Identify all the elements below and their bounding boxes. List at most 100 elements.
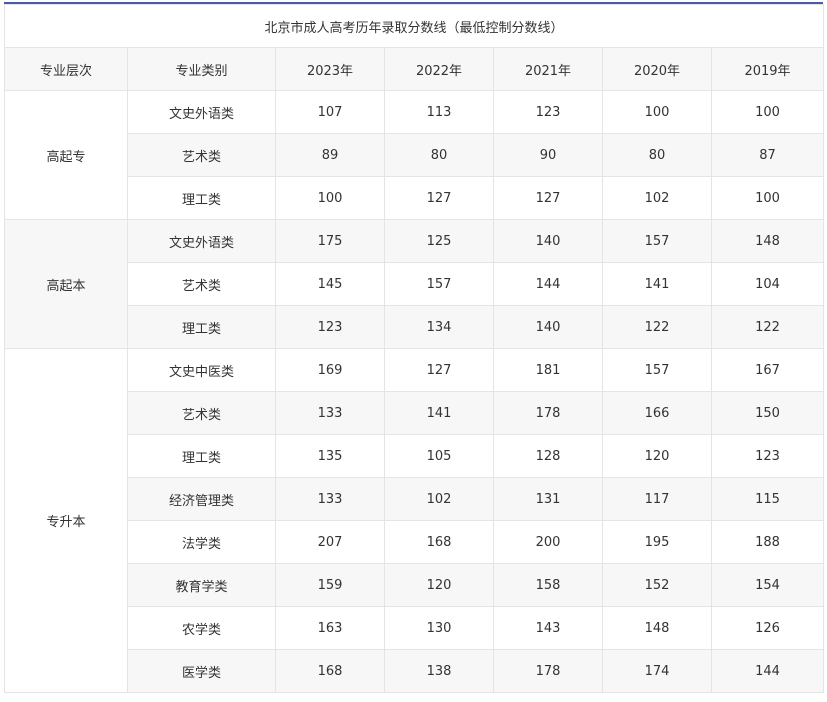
table-row: 理工类 100 127 127 102 100: [5, 176, 824, 220]
score-cell: 127: [493, 176, 603, 220]
score-cell: 90: [493, 133, 603, 177]
score-cell: 143: [493, 606, 603, 650]
score-cell: 120: [602, 434, 712, 478]
category-cell: 文史中医类: [127, 348, 276, 392]
header-year-2019: 2019年: [711, 47, 824, 91]
score-cell: 127: [384, 176, 494, 220]
score-cell: 141: [384, 391, 494, 435]
score-cell: 145: [275, 262, 385, 306]
score-cell: 175: [275, 219, 385, 263]
score-cell: 122: [711, 305, 824, 349]
score-cell: 80: [602, 133, 712, 177]
level-cell: 高起本: [4, 219, 128, 349]
table-row: 艺术类 145 157 144 141 104: [5, 262, 824, 306]
header-year-2022: 2022年: [384, 47, 494, 91]
score-cell: 100: [602, 90, 712, 134]
score-cell: 123: [493, 90, 603, 134]
score-cell: 130: [384, 606, 494, 650]
score-cell: 127: [384, 348, 494, 392]
score-cell: 150: [711, 391, 824, 435]
category-cell: 教育学类: [127, 563, 276, 607]
score-cell: 133: [275, 391, 385, 435]
header-year-2023: 2023年: [275, 47, 385, 91]
table-title: 北京市成人高考历年录取分数线（最低控制分数线）: [4, 4, 824, 48]
score-cell: 168: [384, 520, 494, 564]
table-row: 理工类 135 105 128 120 123: [5, 434, 824, 478]
score-cell: 100: [275, 176, 385, 220]
score-cell: 140: [493, 305, 603, 349]
score-cell: 87: [711, 133, 824, 177]
score-cell: 131: [493, 477, 603, 521]
score-cell: 89: [275, 133, 385, 177]
header-year-2021: 2021年: [493, 47, 603, 91]
score-cell: 102: [602, 176, 712, 220]
score-cell: 102: [384, 477, 494, 521]
score-cell: 166: [602, 391, 712, 435]
score-cell: 144: [711, 649, 824, 693]
table-title-row: 北京市成人高考历年录取分数线（最低控制分数线）: [4, 4, 824, 48]
score-cell: 140: [493, 219, 603, 263]
category-cell: 理工类: [127, 176, 276, 220]
score-cell: 126: [711, 606, 824, 650]
score-cell: 159: [275, 563, 385, 607]
score-cell: 154: [711, 563, 824, 607]
score-cell: 107: [275, 90, 385, 134]
score-cell: 105: [384, 434, 494, 478]
header-level: 专业层次: [4, 47, 128, 91]
score-cell: 117: [602, 477, 712, 521]
table-row: 高起本 文史外语类 175 125 140 157 148: [4, 219, 824, 349]
score-cell: 188: [711, 520, 824, 564]
category-cell: 理工类: [127, 434, 276, 478]
score-cell: 207: [275, 520, 385, 564]
header-category: 专业类别: [127, 47, 276, 91]
score-cell: 195: [602, 520, 712, 564]
category-cell: 文史外语类: [127, 90, 276, 134]
table-row: 经济管理类 133 102 131 117 115: [5, 477, 824, 521]
table-row: 医学类 168 138 178 174 144: [5, 649, 824, 693]
score-cell: 157: [602, 348, 712, 392]
table-row: 教育学类 159 120 158 152 154: [5, 563, 824, 607]
category-cell: 法学类: [127, 520, 276, 564]
score-cell: 123: [275, 305, 385, 349]
table-row: 艺术类 89 80 90 80 87: [5, 133, 824, 177]
score-cell: 178: [493, 391, 603, 435]
score-cell: 100: [711, 90, 824, 134]
score-cell: 181: [493, 348, 603, 392]
score-cell: 144: [493, 262, 603, 306]
level-cell: 高起专: [4, 90, 128, 220]
score-cell: 148: [602, 606, 712, 650]
score-cell: 80: [384, 133, 494, 177]
score-cell: 178: [493, 649, 603, 693]
score-cell: 200: [493, 520, 603, 564]
table-row: 理工类 123 134 140 122 122: [5, 305, 824, 349]
score-cell: 135: [275, 434, 385, 478]
category-cell: 艺术类: [127, 262, 276, 306]
score-cell: 104: [711, 262, 824, 306]
score-cell: 168: [275, 649, 385, 693]
score-cell: 152: [602, 563, 712, 607]
score-cell: 113: [384, 90, 494, 134]
score-cell: 123: [711, 434, 824, 478]
score-cell: 122: [602, 305, 712, 349]
score-cell: 163: [275, 606, 385, 650]
score-cell: 157: [384, 262, 494, 306]
category-cell: 农学类: [127, 606, 276, 650]
table-row: 专升本 文史中医类 169 127 181 157 167: [4, 348, 824, 693]
table-row: 农学类 163 130 143 148 126: [5, 606, 824, 650]
admission-score-table: 北京市成人高考历年录取分数线（最低控制分数线） 专业层次 专业类别 2023年 …: [4, 4, 824, 693]
level-cell: 专升本: [4, 348, 128, 693]
table-header-row: 专业层次 专业类别 2023年 2022年 2021年 2020年 2019年: [4, 47, 824, 91]
score-cell: 128: [493, 434, 603, 478]
score-cell: 169: [275, 348, 385, 392]
category-cell: 理工类: [127, 305, 276, 349]
score-cell: 100: [711, 176, 824, 220]
score-cell: 115: [711, 477, 824, 521]
category-cell: 文史外语类: [127, 219, 276, 263]
table-row: 艺术类 133 141 178 166 150: [5, 391, 824, 435]
score-cell: 157: [602, 219, 712, 263]
score-cell: 125: [384, 219, 494, 263]
score-cell: 174: [602, 649, 712, 693]
score-cell: 141: [602, 262, 712, 306]
table-row: 法学类 207 168 200 195 188: [5, 520, 824, 564]
score-cell: 134: [384, 305, 494, 349]
